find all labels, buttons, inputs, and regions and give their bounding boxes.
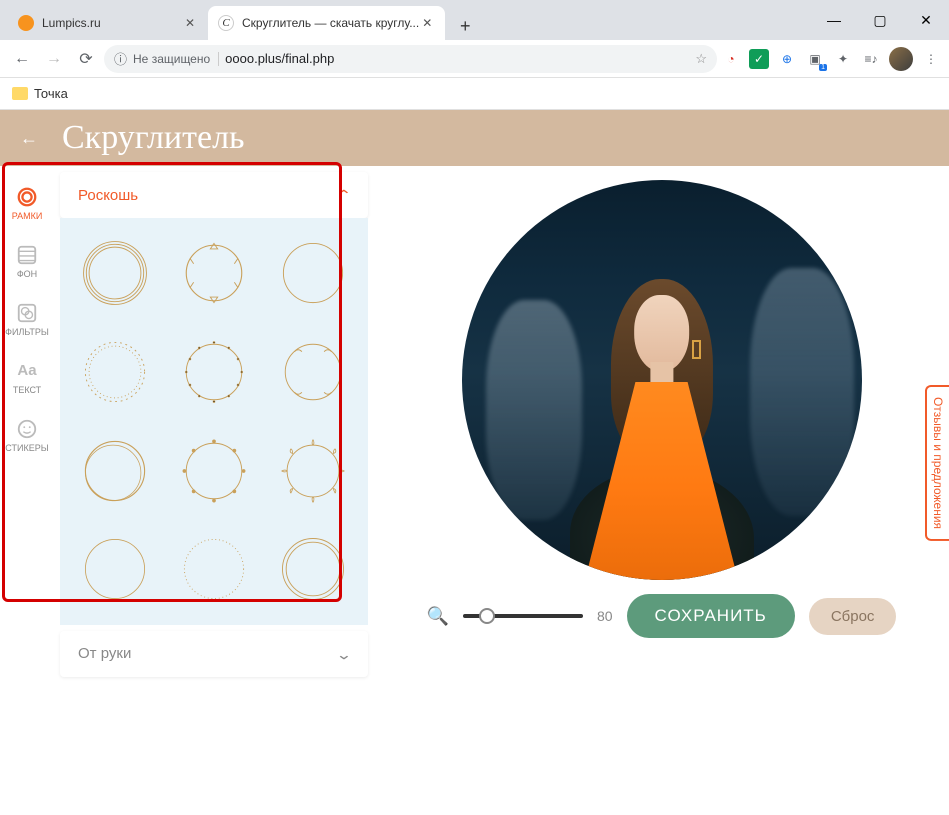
folder-icon bbox=[12, 87, 28, 100]
close-icon[interactable]: ✕ bbox=[182, 15, 198, 31]
chrome-menu-icon[interactable]: ⋮ bbox=[921, 49, 941, 69]
frame-option[interactable] bbox=[265, 325, 360, 420]
stickers-icon bbox=[16, 418, 38, 440]
frames-panel: Роскошь ⌃ От bbox=[54, 166, 374, 815]
info-icon: ⓘ bbox=[114, 49, 127, 68]
zoom-slider[interactable] bbox=[463, 614, 583, 618]
canvas-area: 🔍 80 СОХРАНИТЬ Сброс bbox=[374, 166, 949, 815]
window-controls: — ▢ ✕ bbox=[811, 0, 949, 40]
category-label: Роскошь bbox=[78, 187, 138, 204]
zoom-in-icon[interactable]: 🔍 bbox=[427, 606, 449, 627]
frames-grid bbox=[60, 218, 368, 625]
text-icon: Aa bbox=[16, 360, 38, 382]
sidebar: РАМКИ ФОН ФИЛЬТРЫ Aa ТЕКСТ bbox=[0, 166, 54, 815]
tab-lumpics[interactable]: Lumpics.ru ✕ bbox=[8, 6, 208, 40]
zoom-value: 80 bbox=[597, 608, 613, 624]
close-icon[interactable]: ✕ bbox=[419, 15, 435, 31]
app-header: ← Скруглитель bbox=[0, 110, 949, 166]
forward-button[interactable]: → bbox=[40, 45, 68, 73]
reset-button[interactable]: Сброс bbox=[809, 598, 897, 635]
slider-thumb[interactable] bbox=[479, 608, 495, 624]
frames-icon bbox=[16, 186, 38, 208]
image-preview[interactable] bbox=[462, 180, 862, 580]
sidebar-label: ФОН bbox=[17, 269, 37, 279]
reading-list-icon[interactable]: ≡♪ bbox=[861, 49, 881, 69]
extension-icon[interactable]: ⊕ bbox=[777, 49, 797, 69]
category-luxury[interactable]: Роскошь ⌃ bbox=[60, 172, 368, 218]
sidebar-label: ФИЛЬТРЫ bbox=[5, 327, 49, 337]
bookmark-star-icon[interactable]: ☆ bbox=[695, 51, 707, 67]
url-text: oooo.plus/final.php bbox=[225, 51, 689, 66]
sidebar-label: СТИКЕРЫ bbox=[5, 443, 48, 453]
titlebar: Lumpics.ru ✕ C Скруглитель — скачать кру… bbox=[0, 0, 949, 40]
sidebar-item-text[interactable]: Aa ТЕКСТ bbox=[0, 348, 54, 406]
extension-icon[interactable]: ◔ bbox=[721, 49, 741, 69]
sidebar-item-stickers[interactable]: СТИКЕРЫ bbox=[0, 406, 54, 464]
extensions: ◔ ✓ ⊕ ▣1 ✦ ≡♪ ⋮ bbox=[721, 47, 941, 71]
extensions-menu-icon[interactable]: ✦ bbox=[833, 49, 853, 69]
bookmark-item[interactable]: Точка bbox=[34, 86, 68, 101]
frame-option[interactable] bbox=[167, 522, 262, 617]
frame-option[interactable] bbox=[265, 226, 360, 321]
frame-option[interactable] bbox=[68, 522, 163, 617]
minimize-button[interactable]: — bbox=[811, 5, 857, 35]
sidebar-item-frames[interactable]: РАМКИ bbox=[0, 174, 54, 232]
bookmarks-bar: Точка bbox=[0, 78, 949, 110]
category-label: От руки bbox=[78, 645, 131, 662]
frame-option[interactable] bbox=[68, 226, 163, 321]
frame-option[interactable] bbox=[167, 325, 262, 420]
close-window-button[interactable]: ✕ bbox=[903, 5, 949, 35]
frame-option[interactable] bbox=[68, 325, 163, 420]
tabs-strip: Lumpics.ru ✕ C Скруглитель — скачать кру… bbox=[0, 6, 811, 40]
browser-toolbar: ← → ⟳ ⓘ Не защищено oooo.plus/final.php … bbox=[0, 40, 949, 78]
favicon-icon: C bbox=[218, 15, 234, 31]
frame-option[interactable] bbox=[167, 423, 262, 518]
reload-button[interactable]: ⟳ bbox=[72, 45, 100, 73]
tab-title: Скруглитель — скачать круглу... bbox=[242, 16, 419, 30]
chevron-up-icon: ⌃ bbox=[336, 187, 352, 204]
filters-icon bbox=[16, 302, 38, 324]
sidebar-label: ТЕКСТ bbox=[13, 385, 41, 395]
security-label: Не защищено bbox=[133, 52, 219, 66]
extension-icon[interactable]: ▣1 bbox=[805, 49, 825, 69]
background-icon bbox=[16, 244, 38, 266]
extension-icon[interactable]: ✓ bbox=[749, 49, 769, 69]
app-back-button[interactable]: ← bbox=[20, 128, 38, 149]
frame-option[interactable] bbox=[167, 226, 262, 321]
feedback-tab[interactable]: Отзывы и предложения bbox=[925, 384, 949, 540]
frame-option[interactable] bbox=[265, 522, 360, 617]
sidebar-item-background[interactable]: ФОН bbox=[0, 232, 54, 290]
photo-placeholder bbox=[462, 180, 862, 580]
app-body: РАМКИ ФОН ФИЛЬТРЫ Aa ТЕКСТ bbox=[0, 166, 949, 815]
favicon-icon bbox=[18, 15, 34, 31]
app-title: Скруглитель bbox=[62, 119, 245, 157]
save-button[interactable]: СОХРАНИТЬ bbox=[627, 594, 795, 638]
frame-option[interactable] bbox=[68, 423, 163, 518]
new-tab-button[interactable]: + bbox=[451, 12, 479, 40]
maximize-button[interactable]: ▢ bbox=[857, 5, 903, 35]
controls-row: 🔍 80 СОХРАНИТЬ Сброс bbox=[394, 594, 929, 638]
frame-option[interactable] bbox=[265, 423, 360, 518]
address-bar[interactable]: ⓘ Не защищено oooo.plus/final.php ☆ bbox=[104, 45, 717, 73]
sidebar-item-filters[interactable]: ФИЛЬТРЫ bbox=[0, 290, 54, 348]
app-content: ← Скруглитель РАМКИ ФОН bbox=[0, 110, 949, 815]
category-handdrawn[interactable]: От руки ⌃ bbox=[60, 631, 368, 677]
back-button[interactable]: ← bbox=[8, 45, 36, 73]
tab-skruglitel[interactable]: C Скруглитель — скачать круглу... ✕ bbox=[208, 6, 445, 40]
chevron-down-icon: ⌃ bbox=[336, 645, 352, 662]
tab-title: Lumpics.ru bbox=[42, 16, 182, 30]
browser-window: Lumpics.ru ✕ C Скруглитель — скачать кру… bbox=[0, 0, 949, 815]
sidebar-label: РАМКИ bbox=[12, 211, 43, 221]
profile-avatar[interactable] bbox=[889, 47, 913, 71]
